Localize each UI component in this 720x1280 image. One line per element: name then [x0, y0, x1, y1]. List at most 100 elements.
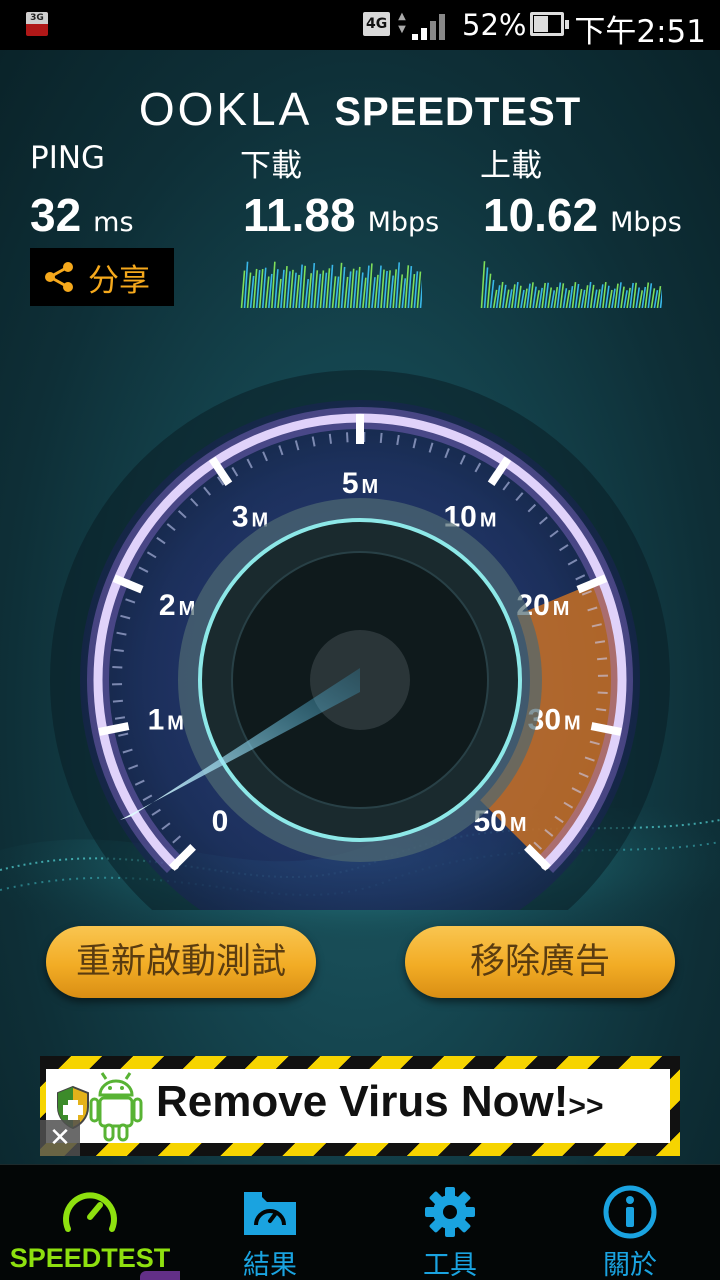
nav-tools[interactable]: 工具: [360, 1165, 540, 1280]
ping-number: 32: [30, 189, 82, 241]
gauge-minor-tick: [379, 432, 383, 443]
graph-sample: [568, 286, 574, 308]
bottom-navigation: SPEEDTEST 結果 工具 關於: [0, 1164, 720, 1280]
speedtest-screen: OOKLA SPEEDTEST PING 32 ms 下載 11.88 Mbps 上載…: [0, 50, 720, 1164]
graph-sample: [277, 278, 282, 308]
graph-sample: [292, 272, 297, 308]
battery-level-fill: [534, 16, 548, 32]
gauge-minor-tick: [597, 691, 608, 694]
graph-sample: [650, 288, 656, 308]
graph-sample: [659, 287, 662, 308]
graph-sample: [322, 272, 328, 308]
nav-tools-label: 工具: [423, 1250, 477, 1280]
graph-sample: [258, 269, 264, 308]
ad-text: Remove Virus Now!: [156, 1077, 569, 1126]
graph-sample: [252, 268, 258, 308]
graph-sample: [589, 284, 595, 308]
graph-sample: [638, 290, 644, 308]
graph-sample: [644, 282, 650, 308]
ad-banner[interactable]: Remove Virus Now!>> ✕: [40, 1056, 680, 1156]
graph-sample: [608, 289, 613, 308]
graph-sample: [337, 262, 343, 308]
graph-sample: [544, 282, 550, 308]
speedometer-icon: [63, 1192, 117, 1232]
remove-ads-button[interactable]: 移除廣告: [405, 926, 675, 998]
upload-number: 10.62: [483, 189, 599, 241]
graph-sample: [508, 289, 513, 308]
graph-sample: [359, 272, 364, 308]
graph-sample: [495, 285, 501, 308]
clock: 下午2:51: [574, 14, 706, 50]
ping-value: 32 ms: [30, 188, 134, 242]
graph-sample: [286, 271, 291, 308]
graph-sample: [274, 269, 279, 308]
graph-sample: [550, 290, 556, 308]
graph-sample: [392, 269, 397, 308]
graph-sample: [365, 265, 370, 308]
graph-sample: [386, 270, 391, 308]
graph-sample: [404, 265, 410, 308]
logo-ookla: OOKLA: [138, 83, 313, 135]
graph-sample: [271, 261, 276, 308]
network-type-badge: 4G: [363, 12, 391, 36]
graph-sample: [377, 265, 382, 308]
graph-sample: [520, 289, 525, 308]
download-speed-graph: [240, 261, 422, 308]
graph-sample: [565, 290, 571, 308]
logo-speedtest: SPEEDTEST: [334, 90, 582, 134]
graph-sample: [295, 274, 300, 308]
graph-sample: [289, 269, 294, 308]
signal-strength-icon: [412, 12, 448, 40]
graph-sample: [362, 277, 367, 308]
info-icon: [603, 1185, 657, 1239]
graph-sample: [605, 285, 610, 308]
graph-sample: [352, 270, 358, 308]
graph-sample: [346, 271, 352, 308]
battery-icon: [530, 12, 569, 36]
graph-sample: [416, 271, 422, 308]
restart-test-button[interactable]: 重新啟動測試: [46, 926, 316, 998]
android-robot-icon: [89, 1072, 143, 1142]
share-button[interactable]: 分享: [30, 248, 174, 306]
ad-suffix: >>: [568, 1090, 604, 1123]
3g-badge-label: 3G: [26, 12, 48, 24]
upload-speed-graph: [480, 261, 662, 308]
gear-icon: [425, 1187, 475, 1237]
graph-sample: [592, 289, 598, 308]
gauge-minor-tick: [112, 666, 123, 669]
close-ad-button[interactable]: ✕: [40, 1120, 80, 1156]
graph-sample: [532, 286, 537, 308]
graph-sample: [310, 262, 316, 308]
graph-sample: [629, 282, 634, 308]
download-unit: Mbps: [367, 207, 440, 238]
nav-speedtest-label: SPEEDTEST: [9, 1243, 171, 1273]
nav-speedtest[interactable]: SPEEDTEST: [0, 1165, 180, 1280]
ad-content: Remove Virus Now!>>: [46, 1069, 670, 1143]
gauge-minor-tick: [597, 657, 608, 661]
graph-sample: [371, 277, 376, 308]
graph-sample: [489, 279, 495, 308]
graph-sample: [368, 263, 373, 308]
graph-sample: [511, 284, 516, 308]
speed-gauge: 01 M2 M3 M5 M10 M20 M30 M50 M: [50, 370, 670, 910]
app-logo: OOKLA SPEEDTEST: [0, 82, 720, 136]
graph-sample: [562, 288, 568, 308]
nav-about[interactable]: 關於: [540, 1165, 720, 1280]
gauge-minor-tick: [112, 699, 123, 703]
graph-sample: [635, 287, 641, 308]
graph-sample: [389, 275, 394, 308]
graph-sample: [255, 269, 261, 308]
share-icon: [45, 262, 73, 292]
nav-results-label: 結果: [243, 1250, 297, 1280]
graph-sample: [410, 274, 416, 308]
graph-sample: [304, 278, 310, 308]
graph-sample: [316, 273, 322, 308]
graph-sample: [647, 283, 653, 308]
graph-sample: [261, 267, 267, 308]
nav-results[interactable]: 結果: [180, 1165, 360, 1280]
graph-sample: [599, 284, 604, 308]
graph-sample: [614, 283, 619, 308]
graph-sample: [307, 273, 313, 308]
graph-sample: [559, 283, 565, 308]
graph-sample: [398, 274, 404, 308]
